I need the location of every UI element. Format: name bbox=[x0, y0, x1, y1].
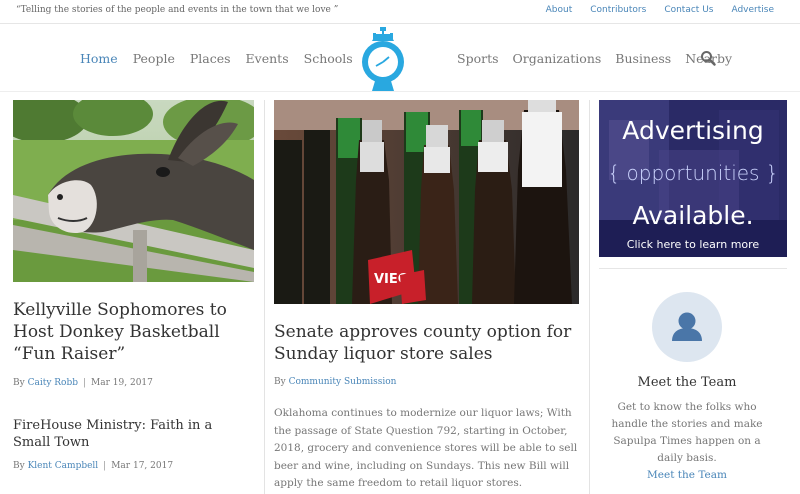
team-title: Meet the Team bbox=[637, 375, 737, 390]
author-link[interactable]: Caity Robb bbox=[28, 378, 78, 388]
nav-people[interactable]: People bbox=[133, 51, 175, 66]
primary-nav-left: Home People Places Events Schools bbox=[80, 51, 353, 66]
nav-business[interactable]: Business bbox=[615, 51, 671, 66]
article-title-firehouse[interactable]: FireHouse Ministry: Faith in a Small Tow… bbox=[13, 418, 243, 452]
top-links: About Contributors Contact Us Advertise bbox=[546, 5, 774, 15]
nav-schools[interactable]: Schools bbox=[304, 51, 353, 66]
byline-firehouse: By Klent Campbell | Mar 17, 2017 bbox=[13, 461, 174, 471]
clock-tower-logo[interactable] bbox=[360, 27, 406, 93]
byline-prefix: By bbox=[274, 377, 286, 387]
team-description: Get to know the folks who handle the sto… bbox=[599, 399, 775, 484]
primary-nav-right: Sports Organizations Business Nearby bbox=[457, 51, 732, 66]
sidebar-divider bbox=[599, 268, 787, 269]
ad-line-3: Available. bbox=[632, 201, 754, 230]
article-excerpt-senate: Oklahoma continues to modernize our liqu… bbox=[274, 407, 578, 489]
byline-prefix: By bbox=[13, 461, 25, 471]
author-link[interactable]: Community Submission bbox=[289, 377, 397, 387]
about-link[interactable]: About bbox=[546, 5, 573, 15]
site-tagline: “Telling the stories of the people and e… bbox=[16, 5, 339, 15]
beer-bottles-photo[interactable]: VIEC bbox=[274, 100, 579, 304]
post-date: Mar 19, 2017 bbox=[91, 378, 153, 388]
top-bar: “Telling the stories of the people and e… bbox=[0, 0, 800, 24]
author-link[interactable]: Klent Campbell bbox=[28, 461, 99, 471]
byline-prefix: By bbox=[13, 378, 25, 388]
article-title-senate[interactable]: Senate approves county option for Sunday… bbox=[274, 321, 579, 365]
nav-places[interactable]: Places bbox=[190, 51, 231, 66]
ad-line-2: { opportunities } bbox=[607, 161, 779, 185]
article-title-donkey[interactable]: Kellyville Sophomores to Host Donkey Bas… bbox=[13, 299, 258, 365]
user-icon bbox=[672, 312, 702, 341]
ad-line-1: Advertising bbox=[622, 116, 764, 145]
main-header: Home People Places Events Schools Sports… bbox=[0, 24, 800, 92]
advertise-link[interactable]: Advertise bbox=[731, 5, 774, 15]
column-divider bbox=[589, 100, 590, 494]
search-icon[interactable] bbox=[700, 50, 716, 66]
nav-organizations[interactable]: Organizations bbox=[513, 51, 602, 66]
donkey-photo[interactable] bbox=[13, 100, 254, 282]
meet-the-team-link[interactable]: Meet the Team bbox=[647, 469, 727, 481]
nav-home[interactable]: Home bbox=[80, 51, 118, 66]
byline-donkey: By Caity Robb | Mar 19, 2017 bbox=[13, 378, 153, 388]
column-divider bbox=[264, 100, 265, 494]
byline-senate: By Community Submission bbox=[274, 377, 396, 387]
advertising-banner[interactable]: Advertising { opportunities } Available.… bbox=[599, 100, 787, 257]
nav-sports[interactable]: Sports bbox=[457, 51, 499, 66]
team-description-text: Get to know the folks who handle the sto… bbox=[611, 401, 763, 464]
contributors-link[interactable]: Contributors bbox=[590, 5, 646, 15]
post-date: Mar 17, 2017 bbox=[111, 461, 174, 471]
team-avatar bbox=[652, 292, 722, 362]
nav-events[interactable]: Events bbox=[246, 51, 289, 66]
contact-us-link[interactable]: Contact Us bbox=[664, 5, 713, 15]
ad-learn-more[interactable]: Click here to learn more bbox=[599, 238, 787, 251]
